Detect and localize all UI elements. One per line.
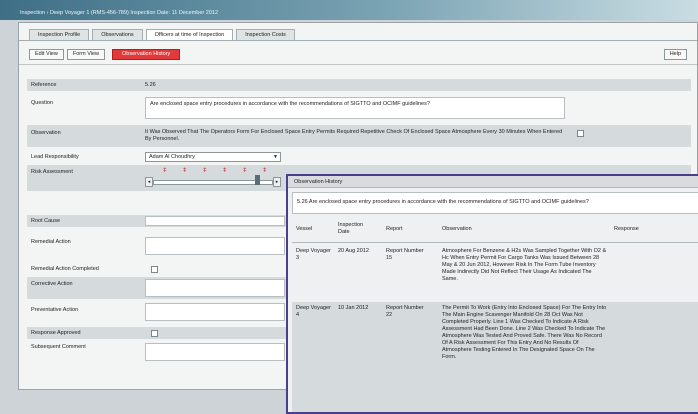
row-date: 10 Jan 2012 <box>338 305 369 311</box>
remedial-completed-label: Remedial Action Completed <box>31 266 99 272</box>
root-cause-label: Root Cause <box>31 218 61 224</box>
slider-left-arrow-icon[interactable]: ◂ <box>145 177 153 187</box>
preventative-action-input[interactable] <box>145 303 285 321</box>
tick-mark-icon: ǂ <box>183 168 187 174</box>
slider-right-arrow-icon[interactable]: ▸ <box>273 177 281 187</box>
slider-handle[interactable] <box>255 175 260 185</box>
corrective-action-label: Corrective Action <box>31 281 73 287</box>
window-title: Inspection › Deep Voyager 1 (RMS-456-789… <box>20 10 219 16</box>
row-report: Report Number 15 <box>386 248 424 261</box>
header-observation: Observation <box>442 226 472 232</box>
dialog-title: Observation History <box>288 176 698 188</box>
observation-value: It Was Observed That The Operators Form … <box>145 129 563 142</box>
row-observation: Atmosphere For Benzene & H2s Was Sampled… <box>442 248 607 282</box>
risk-assessment-label: Risk Assessment <box>31 169 73 175</box>
response-approved-checkbox[interactable] <box>151 330 158 337</box>
observation-label: Observation <box>31 130 61 136</box>
header-report: Report <box>386 226 403 232</box>
help-button[interactable]: Help <box>663 49 687 60</box>
header-response: Response <box>614 226 639 232</box>
subsequent-comment-input[interactable] <box>145 343 285 361</box>
question-label: Question <box>31 100 54 106</box>
reference-value: 5.26 <box>145 82 156 88</box>
preventative-action-label: Preventative Action <box>31 307 79 313</box>
row-observation: The Permit To Work (Entry Into Enclosed … <box>442 305 607 360</box>
tick-mark-icon: ǂ <box>203 168 207 174</box>
remedial-completed-checkbox[interactable] <box>151 266 158 273</box>
subsequent-comment-label: Subsequent Comment <box>31 344 86 350</box>
risk-assessment-slider[interactable]: ǂ ǂ ǂ ǂ ǂ ǂ ◂ ▸ <box>145 165 281 187</box>
observation-flag-checkbox[interactable] <box>577 130 584 137</box>
row-vessel: Deep Voyager 3 <box>296 248 331 261</box>
table-row[interactable]: Deep Voyager 4 10 Jan 2012 Report Number… <box>292 302 698 412</box>
lead-responsibility-row: Lead Responsibility Adam Al Choudhry ▼ <box>27 151 691 163</box>
header-inspection-date: Inspection Date <box>338 222 364 235</box>
tick-mark-icon: ǂ <box>263 168 267 174</box>
corrective-action-input[interactable] <box>145 279 285 297</box>
view-toolbar: Edit View Form View Observation History <box>29 49 181 60</box>
reference-row: Reference 5.26 <box>27 79 691 91</box>
row-vessel: Deep Voyager 4 <box>296 305 331 318</box>
lead-responsibility-value: Adam Al Choudhry <box>149 154 195 160</box>
tick-mark-icon: ǂ <box>163 168 167 174</box>
observation-history-dialog: Observation History 5.26 Are enclosed sp… <box>286 174 698 414</box>
header-vessel: Vessel <box>296 226 313 232</box>
lead-responsibility-label: Lead Responsibility <box>31 154 79 160</box>
tick-mark-icon: ǂ <box>223 168 227 174</box>
row-date: 20 Aug 2012 <box>338 248 369 254</box>
chevron-down-icon: ▼ <box>273 154 278 160</box>
remedial-action-input[interactable] <box>145 237 285 255</box>
tab-divider <box>19 40 697 41</box>
root-cause-input[interactable] <box>145 216 285 226</box>
observation-row: Observation It Was Observed That The Ope… <box>27 125 691 147</box>
question-row: Question Are enclosed space entry proced… <box>27 95 691 121</box>
row-report: Report Number 22 <box>386 305 424 318</box>
table-row[interactable]: Deep Voyager 3 20 Aug 2012 Report Number… <box>292 246 698 300</box>
dialog-question: 5.26 Are enclosed space entry procedures… <box>292 192 698 214</box>
reference-label: Reference <box>31 82 57 88</box>
observation-history-button[interactable]: Observation History <box>112 49 181 60</box>
response-approved-label: Response Approved <box>31 330 81 336</box>
lead-responsibility-select[interactable]: Adam Al Choudhry ▼ <box>145 152 281 162</box>
edit-view-button[interactable]: Edit View <box>29 49 64 60</box>
tick-mark-icon: ǂ <box>243 168 247 174</box>
remedial-action-label: Remedial Action <box>31 239 71 245</box>
question-value: Are enclosed space entry procedures in a… <box>145 97 565 119</box>
toolbar-divider <box>19 64 697 65</box>
form-view-button[interactable]: Form View <box>66 49 106 60</box>
table-header: Vessel Inspection Date Report Observatio… <box>292 220 698 243</box>
